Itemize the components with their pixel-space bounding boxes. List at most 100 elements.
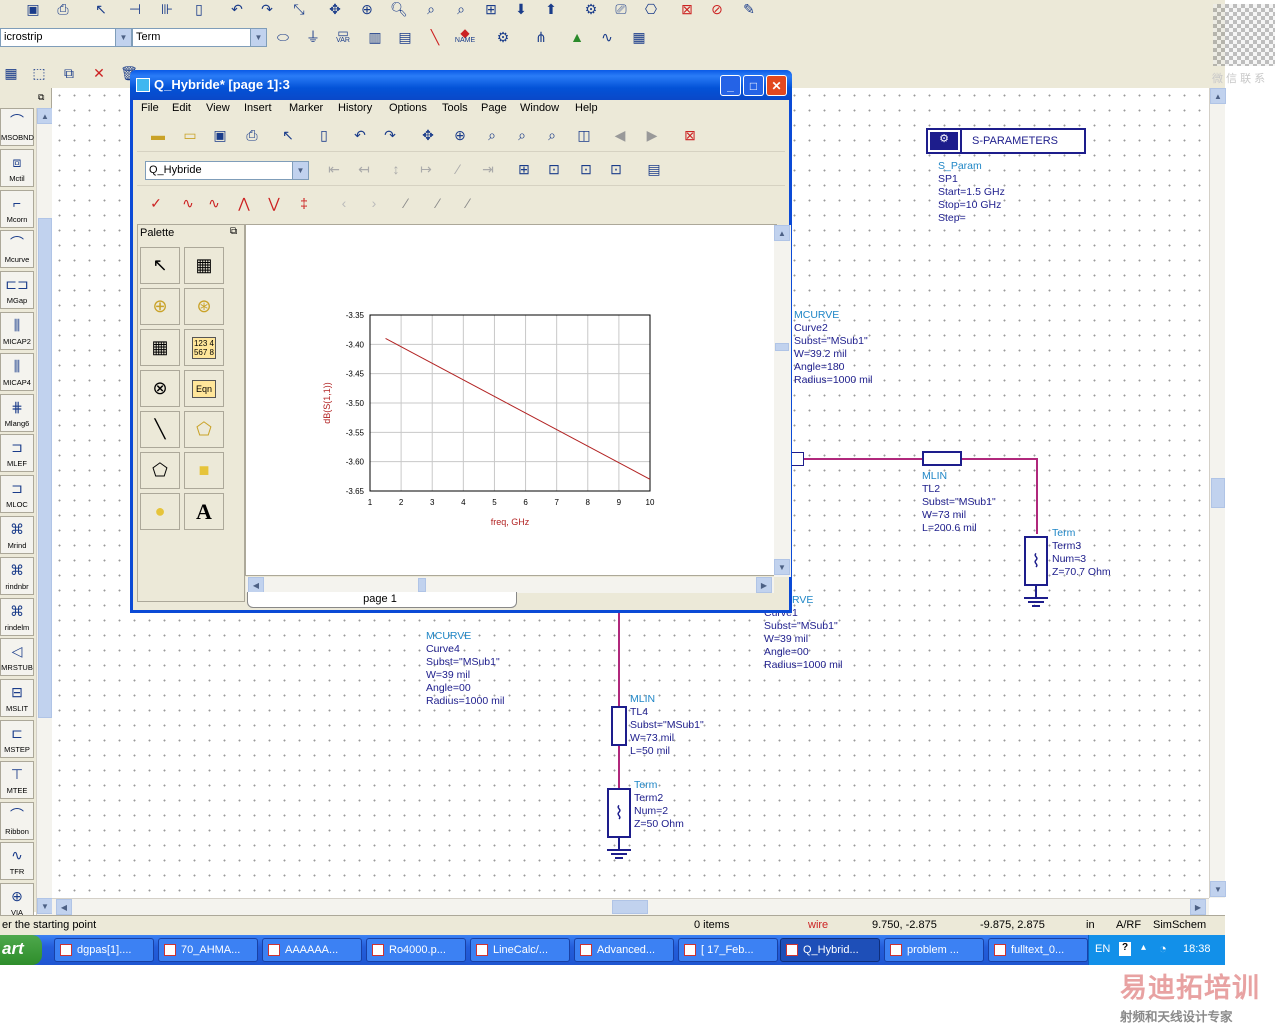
- palette-wave-icon[interactable]: ✕: [88, 62, 110, 84]
- marker-last-icon[interactable]: ⇥: [477, 158, 499, 180]
- push-into-icon[interactable]: ⬇: [510, 0, 532, 20]
- scroll-up-icon[interactable]: ▲: [774, 225, 790, 241]
- taskbar-button[interactable]: Q_Hybrid...: [780, 938, 880, 962]
- display-template-icon[interactable]: ▤: [394, 26, 416, 48]
- palette-restore-icon[interactable]: ⧉: [38, 92, 44, 103]
- help-icon[interactable]: ?: [1119, 942, 1131, 956]
- equation-tool[interactable]: Eqn: [184, 370, 224, 407]
- menu-help[interactable]: Help: [575, 102, 598, 114]
- palette-item[interactable]: ⊏ MSTEP: [0, 720, 34, 758]
- marker-wave2-icon[interactable]: ∿: [203, 192, 225, 214]
- new-folder-icon[interactable]: ▬: [147, 124, 169, 146]
- marker-first-icon[interactable]: ⇤: [323, 158, 345, 180]
- menu-history[interactable]: History: [338, 102, 372, 114]
- marker-prev-icon[interactable]: ↤: [353, 158, 375, 180]
- deactivate-icon[interactable]: ⊠: [676, 0, 698, 20]
- palette-item[interactable]: ⊏⊐ MGap: [0, 271, 34, 310]
- palette-view-icon[interactable]: ▦: [0, 62, 22, 84]
- scroll-up-icon[interactable]: ▲: [1210, 88, 1226, 104]
- fit-all-icon[interactable]: ⊞: [513, 158, 535, 180]
- palette-item[interactable]: ⊤ MTEE: [0, 760, 34, 799]
- taskbar-button[interactable]: [ 17_Feb...: [678, 938, 778, 962]
- palette-item[interactable]: ⋕ Mlang6: [0, 393, 34, 432]
- taskbar-button[interactable]: fulltext_0...: [988, 938, 1088, 962]
- generate-icon[interactable]: ▲: [566, 26, 588, 48]
- clear-icon[interactable]: ⊠: [679, 124, 701, 146]
- tuning-icon[interactable]: ⋔: [530, 26, 552, 48]
- canvas-horizontal-scrollbar[interactable]: ◀ ▶: [52, 898, 1209, 915]
- scroll-up-icon[interactable]: ▲: [37, 108, 53, 124]
- rectangle-tool[interactable]: ■: [184, 452, 224, 489]
- wire-segment[interactable]: [618, 613, 620, 708]
- fit-x-icon[interactable]: ⊡: [543, 158, 565, 180]
- window-titlebar[interactable]: Q_Hybride* [page 1]:3 _ □ ✕: [130, 70, 792, 100]
- select-pointer-icon[interactable]: ↖: [90, 0, 112, 20]
- palette-item[interactable]: ⌘ rindelm: [0, 597, 34, 636]
- scroll-thumb[interactable]: [38, 218, 52, 718]
- marker-next-icon[interactable]: ↦: [415, 158, 437, 180]
- export-icon[interactable]: ▤: [643, 158, 665, 180]
- wire-segment[interactable]: [1036, 458, 1038, 534]
- save-icon[interactable]: ▣: [209, 124, 231, 146]
- taskbar-button[interactable]: problem ...: [884, 938, 984, 962]
- component-library-select[interactable]: icrostrip ▼: [0, 28, 132, 47]
- select-pointer-icon[interactable]: ↖: [277, 124, 299, 146]
- move-icon[interactable]: ✥: [417, 124, 439, 146]
- rotate-icon[interactable]: ⤡: [288, 0, 310, 20]
- palette-dotted-icon[interactable]: ⬚: [28, 62, 50, 84]
- ground-icon[interactable]: ⏚: [302, 26, 324, 48]
- view-all-icon[interactable]: ⊞: [480, 0, 502, 20]
- circle-tool[interactable]: ●: [140, 493, 180, 530]
- text-tool[interactable]: A: [184, 493, 224, 530]
- marker-valley-icon[interactable]: ⋁: [263, 192, 285, 214]
- menu-options[interactable]: Options: [389, 102, 427, 114]
- taskbar-button[interactable]: 70_AHMA...: [158, 938, 258, 962]
- start-button[interactable]: art: [0, 935, 42, 965]
- zoom-in-icon[interactable]: ⌕: [481, 124, 503, 146]
- smith-chart-tool[interactable]: ⊛: [184, 288, 224, 325]
- scroll-down-icon[interactable]: ▼: [37, 898, 53, 914]
- var-icon[interactable]: ▭ VAR: [332, 26, 354, 48]
- scroll-thumb[interactable]: [612, 900, 648, 914]
- short-icon[interactable]: ⊘: [706, 0, 728, 20]
- tune-icon[interactable]: ⎚: [610, 0, 632, 20]
- redo-icon[interactable]: ↷: [379, 124, 401, 146]
- redo-icon[interactable]: ↷: [256, 0, 278, 20]
- language-indicator[interactable]: EN: [1095, 943, 1110, 955]
- marker-mid-icon[interactable]: ↕: [385, 158, 407, 180]
- menu-edit[interactable]: Edit: [172, 102, 191, 114]
- palette-item[interactable]: ⌘ Mrind: [0, 516, 34, 554]
- scroll-thumb[interactable]: [418, 578, 426, 592]
- taskbar-button[interactable]: AAAAAA...: [262, 938, 362, 962]
- palette-item[interactable]: ⊟ MSLIT: [0, 679, 34, 718]
- minimize-button[interactable]: _: [720, 75, 741, 96]
- palette-item[interactable]: ⊐ MLEF: [0, 434, 34, 473]
- save-icon[interactable]: ▣: [22, 0, 44, 20]
- clock[interactable]: 18:38: [1183, 943, 1211, 955]
- menu-marker[interactable]: Marker: [289, 102, 323, 114]
- undo-icon[interactable]: ↶: [349, 124, 371, 146]
- chevron-down-icon[interactable]: ▼: [115, 29, 131, 46]
- palette-item[interactable]: ⌐ Mcorn: [0, 189, 34, 228]
- port-icon[interactable]: ⬭: [272, 26, 294, 48]
- polyline-tool[interactable]: ⬠: [184, 411, 224, 448]
- scroll-thumb[interactable]: [775, 343, 789, 351]
- palette-item[interactable]: ⌒ MSOBND: [0, 108, 34, 146]
- tl2-component[interactable]: [922, 451, 962, 466]
- move-icon[interactable]: ✥: [324, 0, 346, 20]
- maximize-button[interactable]: □: [743, 75, 764, 96]
- layout-icon[interactable]: ▦: [628, 26, 650, 48]
- wire-segment[interactable]: [800, 458, 922, 460]
- taskbar-button[interactable]: Ro4000.p...: [366, 938, 466, 962]
- menu-file[interactable]: File: [141, 102, 159, 114]
- wire-segment[interactable]: [962, 458, 1038, 460]
- zoom-area-icon[interactable]: ⊕: [449, 124, 471, 146]
- zoom-out-icon[interactable]: ⌕: [420, 0, 442, 20]
- print-icon[interactable]: ⎙: [241, 124, 263, 146]
- chevron-down-icon[interactable]: ▼: [292, 162, 308, 179]
- insert-pin-icon[interactable]: ⊣: [124, 0, 146, 20]
- canvas-vertical-scrollbar[interactable]: ▲ ▼: [1209, 88, 1226, 898]
- marker-peak-icon[interactable]: ⋀: [233, 192, 255, 214]
- open-icon[interactable]: ▭: [179, 124, 201, 146]
- polygon-tool[interactable]: ⬠: [140, 452, 180, 489]
